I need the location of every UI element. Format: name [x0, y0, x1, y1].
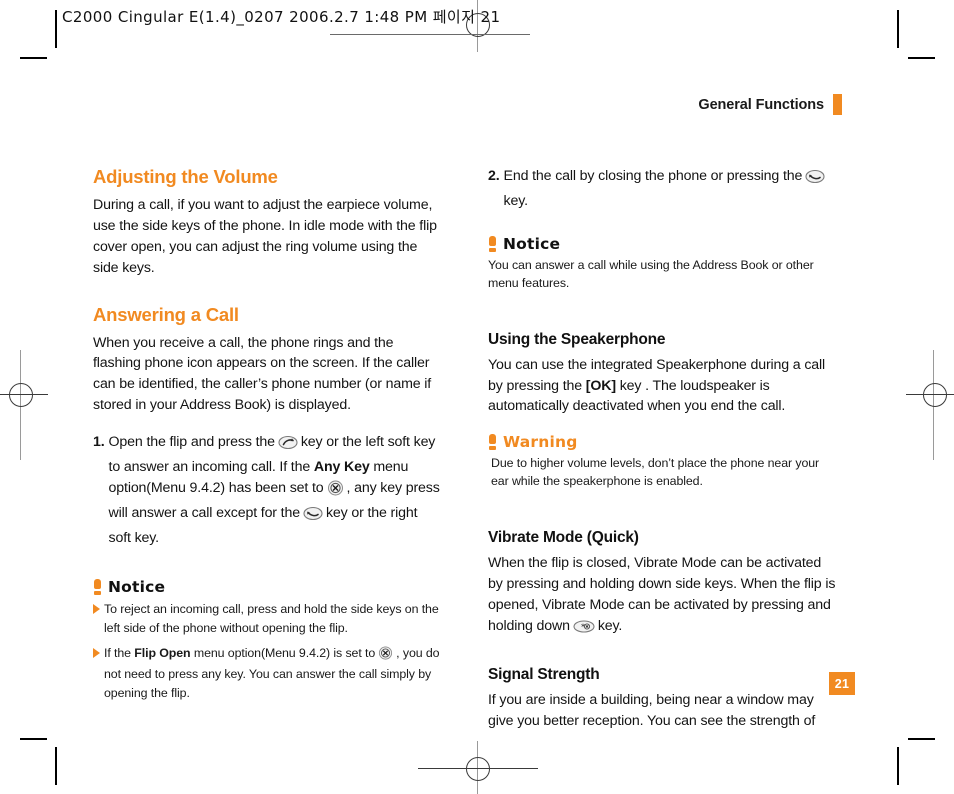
list-item: To reject an incoming call, press and ho…: [93, 600, 443, 637]
notice2-part1: If the: [104, 646, 131, 661]
right-column: 2. End the call by closing the phone or …: [488, 166, 838, 748]
callout-title: Warning: [503, 433, 578, 452]
callout-title: Notice: [503, 234, 561, 253]
left-column: Adjusting the Volume During a call, if y…: [93, 166, 443, 716]
page-content: Adjusting the Volume During a call, if y…: [0, 0, 954, 794]
paragraph-using-the-speakerphone: You can use the integrated Speakerphone …: [488, 355, 838, 418]
heading-vibrate-mode-quick: Vibrate Mode (Quick): [488, 529, 639, 547]
star-key-icon: *: [573, 619, 595, 641]
speakerphone-bold-ok: [OK]: [585, 377, 616, 394]
step2-part2: key.: [503, 192, 529, 209]
heading-adjusting-the-volume: Adjusting the Volume: [93, 166, 278, 187]
step-item-2: 2. End the call by closing the phone or …: [488, 166, 838, 212]
step-text: Open the flip and press the key or the le…: [109, 432, 443, 548]
callout-title: Notice: [108, 578, 166, 597]
end-key-icon: [303, 506, 323, 528]
list-item: If the Flip Open menu option(Menu 9.4.2)…: [93, 644, 443, 702]
x-circle-key-icon: [378, 646, 393, 665]
callout-body-text: Due to higher volume levels, don’t place…: [491, 456, 820, 489]
callout-notice-left: Notice To reject an incoming call, press…: [93, 578, 443, 702]
exclamation-icon: [488, 235, 497, 252]
step2-part1: End the call by closing the phone or pre…: [503, 168, 803, 184]
notice-item-1-text: To reject an incoming call, press and ho…: [104, 602, 439, 635]
notice2-bold-flip-open: Flip Open: [134, 646, 191, 661]
heading-using-the-speakerphone: Using the Speakerphone: [488, 330, 666, 348]
callout-warning: Warning Due to higher volume levels, don…: [488, 433, 838, 491]
vibrate-part2: key.: [597, 617, 623, 634]
exclamation-icon: [93, 579, 102, 596]
page-number-badge: 21: [829, 672, 855, 695]
send-key-icon: [278, 435, 298, 457]
exclamation-icon: [488, 434, 497, 451]
paragraph-answering-a-call: When you receive a call, the phone rings…: [93, 334, 432, 414]
callout-notice-right: Notice You can answer a call while using…: [488, 235, 838, 293]
paragraph-adjusting-the-volume: During a call, if you want to adjust the…: [93, 197, 437, 276]
callout-header: Notice: [488, 235, 838, 253]
step-text: End the call by closing the phone or pre…: [504, 166, 838, 212]
x-circle-key-icon: [327, 480, 344, 503]
step-number: 2.: [488, 168, 500, 184]
paragraph-signal-strength: If you are inside a building, being near…: [488, 691, 816, 729]
callout-header: Warning: [488, 433, 838, 451]
end-key-icon: [805, 169, 825, 191]
heading-signal-strength: Signal Strength: [488, 665, 600, 683]
step1-text-part1: Open the flip and press the: [108, 434, 275, 450]
step-item-1: 1. Open the flip and press the key or the…: [93, 432, 443, 548]
step1-bold-any-key: Any Key: [313, 458, 370, 475]
notice2-part2: menu option(Menu 9.4.2) is set to: [193, 646, 376, 661]
heading-answering-a-call: Answering a Call: [93, 303, 239, 325]
vibrate-part1: When the flip is closed, Vibrate Mode ca…: [488, 555, 836, 634]
paragraph-vibrate-mode: When the flip is closed, Vibrate Mode ca…: [488, 553, 838, 641]
notice-item-2-text: If the Flip Open menu option(Menu 9.4.2)…: [104, 644, 443, 702]
triangle-bullet-icon: [93, 648, 100, 659]
callout-header: Notice: [93, 578, 443, 596]
triangle-bullet-icon: [93, 604, 100, 615]
step-number: 1.: [93, 434, 105, 450]
notice-list: To reject an incoming call, press and ho…: [93, 600, 443, 702]
callout-body-text: You can answer a call while using the Ad…: [488, 257, 814, 290]
